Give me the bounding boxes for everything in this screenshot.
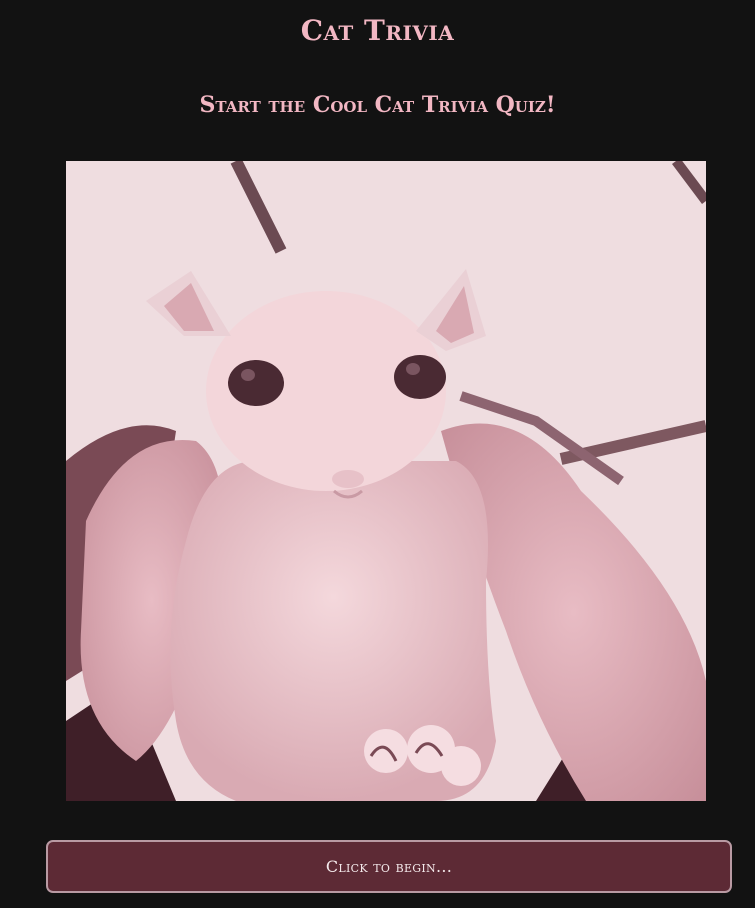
quiz-subtitle: Start the Cool Cat Trivia Quiz! (199, 92, 556, 118)
page-title: Cat Trivia (300, 14, 455, 47)
begin-quiz-button[interactable]: Click to begin... (46, 840, 732, 893)
hairless-cat-illustration (66, 161, 706, 801)
cat-photo (66, 161, 706, 801)
